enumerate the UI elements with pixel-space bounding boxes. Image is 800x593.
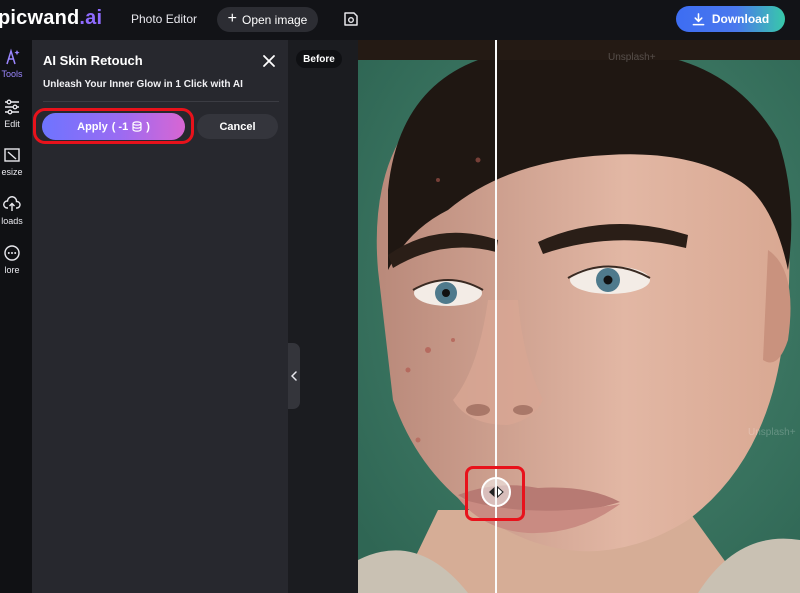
nav-item-edit[interactable]: Edit: [0, 98, 32, 138]
left-nav: Tools Edit esize loads lore: [0, 40, 32, 593]
before-label: Before: [296, 50, 342, 68]
divider: [43, 101, 279, 102]
resize-icon: [4, 148, 20, 162]
coin-stack-icon: [132, 121, 142, 132]
close-icon[interactable]: [261, 53, 277, 69]
top-bar: picwand.ai Photo Editor + Open image Dow…: [0, 0, 800, 40]
nav-item-uploads[interactable]: loads: [0, 195, 32, 235]
nav-label-uploads: loads: [1, 216, 23, 226]
upload-icon: [3, 196, 21, 211]
photo-preview: Unsplash+ Unsplash+: [358, 40, 800, 593]
nav-label-resize: esize: [1, 167, 23, 177]
watermark-text: Unsplash+: [748, 427, 796, 438]
skin-retouch-panel: AI Skin Retouch Unleash Your Inner Glow …: [32, 40, 288, 593]
cancel-button[interactable]: Cancel: [197, 114, 278, 139]
face-photo: Unsplash+ Unsplash+: [358, 40, 800, 593]
collapse-panel-button[interactable]: [288, 343, 300, 409]
download-icon: [692, 12, 705, 25]
nav-item-more[interactable]: lore: [0, 244, 32, 284]
logo-accent-text: .ai: [79, 7, 103, 29]
compare-slider-handle[interactable]: [481, 477, 511, 507]
open-image-label: Open image: [241, 12, 308, 27]
nav-label-more: lore: [4, 265, 20, 275]
plus-icon: +: [227, 9, 237, 27]
photo-editor-link[interactable]: Photo Editor: [131, 12, 197, 26]
ai-sparkle-icon: [6, 48, 20, 65]
panel-subtitle: Unleash Your Inner Glow in 1 Click with …: [43, 79, 243, 90]
nav-item-resize[interactable]: esize: [0, 146, 32, 186]
panel-title: AI Skin Retouch: [43, 53, 143, 68]
app-logo[interactable]: picwand.ai: [0, 7, 102, 30]
sliders-icon: [5, 99, 19, 115]
nav-item-tools[interactable]: Tools: [0, 48, 32, 88]
chevron-left-icon: [291, 371, 297, 381]
apply-cost: ( -1: [111, 120, 129, 133]
watermark-text: Unsplash+: [608, 52, 656, 63]
save-icon[interactable]: [343, 11, 359, 27]
open-image-button[interactable]: + Open image: [217, 7, 318, 32]
logo-text: picwand: [0, 7, 80, 29]
apply-button[interactable]: Apply ( -1 ): [42, 113, 185, 140]
apply-label: Apply: [77, 120, 108, 133]
download-button[interactable]: Download: [676, 6, 785, 32]
apply-cost-close: ): [146, 120, 150, 133]
download-label: Download: [711, 12, 770, 26]
nav-label-tools: Tools: [1, 69, 23, 79]
more-icon: [4, 245, 20, 261]
left-right-arrows-icon: [489, 485, 504, 499]
nav-label-edit: Edit: [4, 119, 20, 129]
